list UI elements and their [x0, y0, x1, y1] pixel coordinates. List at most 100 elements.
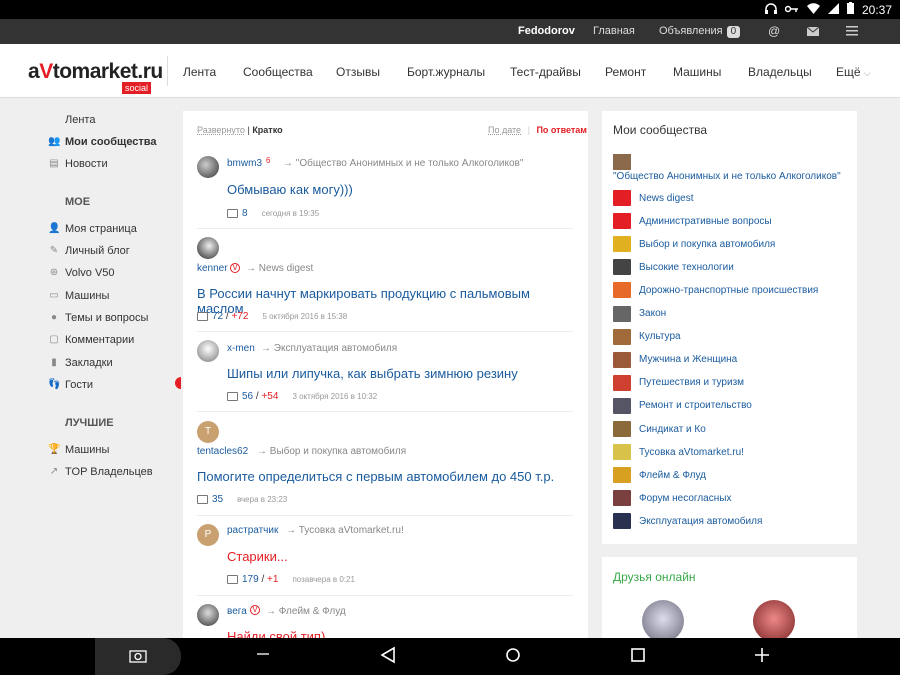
community-item[interactable]: Дорожно-транспортные происшествия	[613, 282, 818, 299]
at-icon[interactable]: @	[768, 24, 780, 38]
sidebar-item-news[interactable]: ▤ Новости	[48, 158, 107, 170]
sidebar-item-my-page[interactable]: 👤 Моя страница	[48, 223, 137, 235]
comment-count[interactable]: 179	[242, 574, 259, 585]
comment-count[interactable]: 35	[212, 494, 223, 505]
nav-reviews[interactable]: Отзывы	[336, 65, 380, 79]
avatar[interactable]: T	[197, 421, 219, 443]
post-community[interactable]: → Эксплуатация автомобиля	[261, 343, 397, 354]
back-icon[interactable]	[380, 646, 396, 669]
sort-by-replies[interactable]: По ответам	[536, 125, 587, 135]
sidebar-item-my-communities[interactable]: 👥 Мои сообщества	[48, 136, 157, 148]
tab-brief[interactable]: Кратко	[252, 125, 282, 135]
comment-count[interactable]: 56	[242, 391, 253, 402]
avatar[interactable]	[197, 604, 219, 626]
post-community[interactable]: → Флейм & Флуд	[266, 606, 346, 617]
sort-tabs: По дате | По ответам	[488, 125, 587, 135]
community-item[interactable]: Высокие технологии	[613, 259, 734, 276]
community-item[interactable]: News digest	[613, 190, 693, 206]
tab-expanded[interactable]: Развернуто	[197, 125, 245, 135]
community-item[interactable]: Культура	[613, 328, 681, 345]
sidebar-item-volvo[interactable]: ⊛ Volvo V50	[48, 267, 115, 279]
sidebar-item-topics[interactable]: ● Темы и вопросы	[48, 312, 148, 324]
sidebar-item-top-owners[interactable]: ↗ TOP Владельцев	[48, 466, 153, 478]
post-community[interactable]: → News digest	[246, 263, 313, 274]
new-comments[interactable]: +1	[267, 574, 278, 585]
post-author[interactable]: вега	[227, 606, 247, 617]
post-author[interactable]: растратчик	[227, 525, 278, 536]
avatar[interactable]	[753, 600, 795, 638]
avatar[interactable]	[197, 156, 219, 178]
comment-count[interactable]: 8	[242, 208, 248, 219]
community-item[interactable]: Мужчина и Женщина	[613, 351, 737, 368]
post-author[interactable]: kenner	[197, 263, 228, 274]
username-link[interactable]: Fedodorov	[518, 25, 575, 37]
hamburger-icon[interactable]	[846, 26, 858, 39]
minimize-icon[interactable]	[256, 645, 270, 664]
nav-cars[interactable]: Машины	[673, 65, 721, 79]
sidebar-item-guests[interactable]: 👣 Гости	[48, 379, 93, 391]
sidebar-item-best-cars[interactable]: 🏆 Машины	[48, 444, 109, 456]
avatar[interactable]	[197, 237, 219, 259]
ads-link[interactable]: Объявления 0	[659, 25, 741, 38]
sidebar-item-feed[interactable]: Лента	[65, 114, 95, 126]
nav-owners[interactable]: Владельцы	[748, 65, 812, 79]
recents-icon[interactable]	[630, 646, 646, 669]
sidebar-item-cars[interactable]: ▭ Машины	[48, 290, 109, 302]
community-icon	[613, 190, 631, 206]
nav-feed[interactable]: Лента	[183, 65, 216, 79]
site-logo[interactable]: aVtomarket.ru	[28, 60, 163, 84]
post-community[interactable]: → Тусовка aVtomarket.ru!	[286, 525, 404, 536]
community-item[interactable]: Флейм & Флуд	[613, 467, 706, 484]
sort-by-date[interactable]: По дате	[488, 125, 521, 135]
sidebar-item-blog[interactable]: ✎ Личный блог	[48, 245, 130, 257]
avatar[interactable]	[197, 340, 219, 362]
comment-count[interactable]: 72	[212, 311, 223, 322]
post-author[interactable]: x-men	[227, 343, 255, 354]
community-item[interactable]: Эксплуатация автомобиля	[613, 513, 762, 530]
community-item[interactable]: Форум несогласных	[613, 490, 731, 507]
home-circle-icon[interactable]	[505, 646, 521, 669]
post-author[interactable]: bmwm3	[227, 158, 262, 169]
nav-more[interactable]: Ещё ⌵	[836, 65, 871, 79]
post-community[interactable]: → "Общество Анонимных и не только Алкого…	[283, 158, 523, 169]
post-title[interactable]: Старики...	[227, 549, 288, 564]
community-item[interactable]: Закон	[613, 305, 666, 322]
plus-icon[interactable]	[754, 646, 770, 669]
count-separator: /	[225, 311, 229, 322]
new-comments[interactable]: +54	[261, 391, 278, 402]
avatar[interactable]: Р	[197, 524, 219, 546]
mail-icon[interactable]	[806, 26, 820, 39]
nav-communities[interactable]: Сообщества	[243, 65, 313, 79]
community-item[interactable]: Тусовка aVtomarket.ru!	[613, 444, 744, 461]
community-item[interactable]: Синдикат и Ко	[613, 421, 706, 437]
post-title[interactable]: Найди свой тип)	[227, 629, 325, 638]
community-label: Культура	[639, 331, 681, 343]
level-badge: 6	[266, 156, 271, 165]
post-meta: 179 / +1 позавчера в 0:21	[227, 574, 355, 585]
screenshot-button[interactable]	[95, 638, 181, 675]
community-icon	[613, 490, 631, 507]
post-title[interactable]: Обмываю как могу)))	[227, 182, 353, 197]
community-item[interactable]: Путешествия и туризм	[613, 374, 744, 391]
user-icon: 👤	[48, 223, 61, 234]
post-author[interactable]: tentacles62	[197, 446, 248, 457]
nav-logbooks[interactable]: Борт.журналы	[407, 65, 485, 79]
sidebar-item-bookmarks[interactable]: ▮ Закладки	[48, 357, 112, 369]
community-item[interactable]: "Общество Анонимных и не только Алкоголи…	[613, 171, 841, 182]
community-item[interactable]: Ремонт и строительство	[613, 397, 752, 414]
post-community[interactable]: → Выбор и покупка автомобиля	[257, 446, 406, 457]
avatar[interactable]	[642, 600, 684, 638]
post-title[interactable]: Помогите определиться с первым автомобил…	[197, 469, 554, 484]
community-item[interactable]: Выбор и покупка автомобиля	[613, 236, 775, 253]
sidebar-item-comments[interactable]: ▢ Комментарии	[48, 334, 134, 346]
home-link[interactable]: Главная	[593, 25, 635, 37]
sidebar-label: Моя страница	[65, 223, 137, 235]
community-icon	[613, 467, 631, 484]
nav-test-drives[interactable]: Тест-драйвы	[510, 65, 581, 79]
post-title[interactable]: Шипы или липучка, как выбрать зимнюю рез…	[227, 366, 518, 381]
community-item[interactable]: Административные вопросы	[613, 213, 772, 230]
feed-panel: Развернуто | Кратко По дате | По ответам…	[183, 111, 588, 638]
nav-repair[interactable]: Ремонт	[605, 65, 646, 79]
new-comments[interactable]: +72	[231, 311, 248, 322]
arrow: →	[286, 525, 296, 536]
